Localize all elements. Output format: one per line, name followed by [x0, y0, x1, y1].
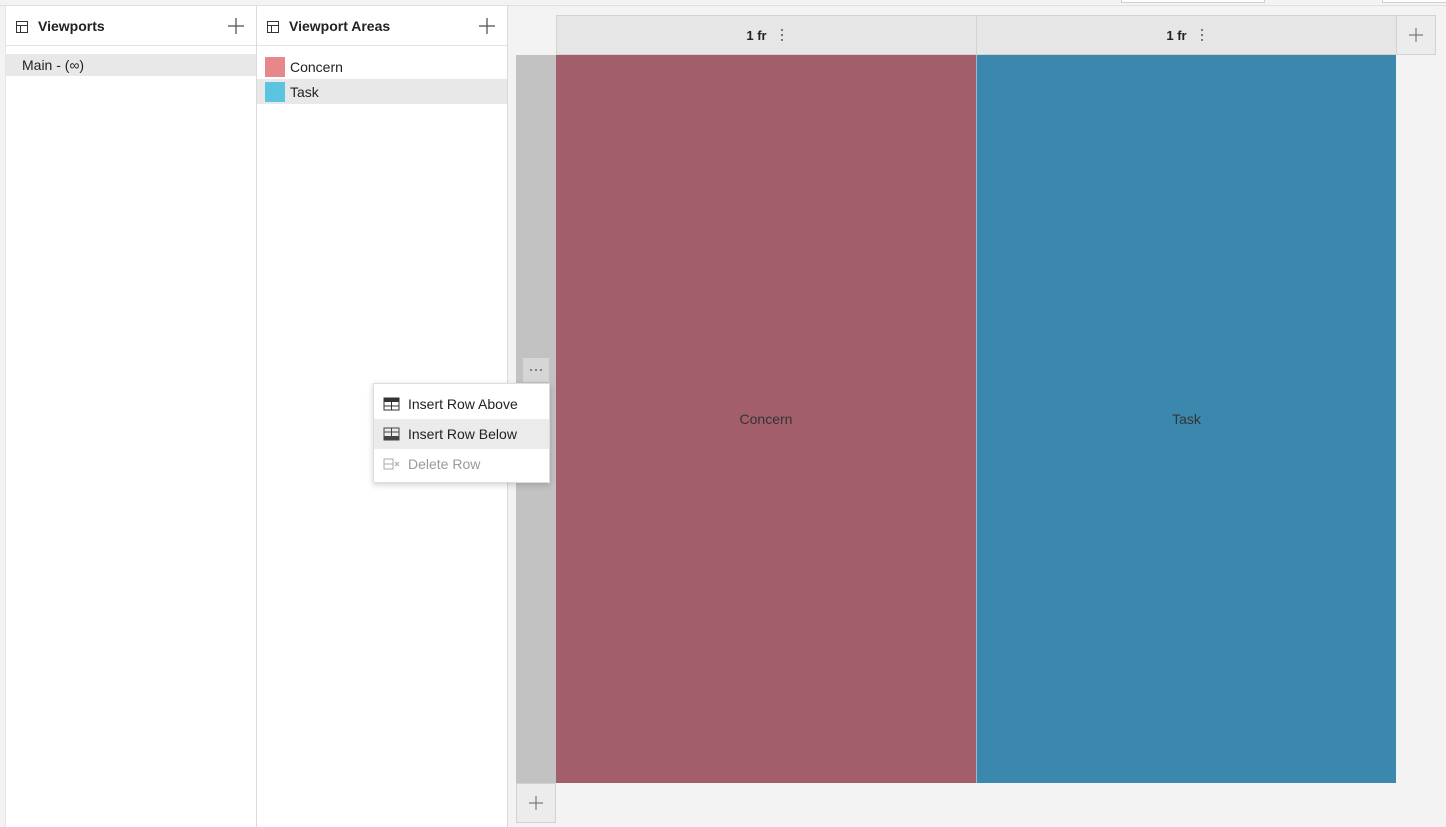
insert-row-above-icon — [383, 397, 400, 411]
area-list: Concern Task — [257, 54, 507, 104]
kebab-vertical-icon[interactable] — [1197, 27, 1207, 43]
delete-row-item: Delete Row — [374, 449, 549, 479]
viewport-item-label: Main - (∞) — [22, 57, 85, 73]
plus-icon — [529, 796, 543, 810]
area-item-task[interactable]: Task — [257, 79, 507, 104]
column-header[interactable]: 1 fr — [556, 15, 977, 55]
kebab-vertical-icon[interactable] — [777, 27, 787, 43]
delete-row-icon — [383, 457, 400, 471]
menu-item-label: Insert Row Above — [408, 396, 518, 412]
grid-icon — [267, 20, 279, 33]
add-area-button[interactable] — [477, 16, 497, 36]
plus-icon — [1409, 28, 1423, 42]
area-item-label: Task — [290, 83, 319, 100]
viewport-item-main[interactable]: Main - (∞) — [6, 54, 256, 76]
column-size-label: 1 fr — [746, 27, 767, 43]
insert-row-above-item[interactable]: Insert Row Above — [374, 389, 549, 419]
viewport-areas-title: Viewport Areas — [289, 17, 391, 34]
viewports-panel: Viewports Main - (∞) — [6, 6, 257, 827]
grid-icon — [16, 20, 28, 33]
viewports-header: Viewports — [6, 6, 256, 46]
add-column-button[interactable] — [1396, 15, 1436, 55]
add-row-button[interactable] — [516, 783, 556, 823]
insert-row-below-icon — [383, 427, 400, 441]
menu-item-label: Insert Row Below — [408, 426, 517, 442]
column-size-label: 1 fr — [1166, 27, 1187, 43]
area-item-concern[interactable]: Concern — [257, 54, 507, 79]
grid-cell-task[interactable]: Task — [976, 55, 1396, 783]
insert-row-below-item[interactable]: Insert Row Below — [374, 419, 549, 449]
grid-cell-concern[interactable]: Concern — [556, 55, 976, 783]
grid-canvas: 1 fr 1 fr Concern Task — [508, 6, 1446, 827]
add-viewport-button[interactable] — [226, 16, 246, 36]
viewport-areas-header: Viewport Areas — [257, 6, 507, 46]
area-item-label: Concern — [290, 58, 343, 75]
cell-label: Concern — [739, 411, 793, 427]
column-header[interactable]: 1 fr — [976, 15, 1397, 55]
color-swatch — [265, 56, 285, 77]
viewports-title: Viewports — [38, 17, 105, 34]
kebab-horizontal-icon[interactable] — [523, 358, 549, 382]
color-swatch — [265, 81, 285, 102]
row-context-menu: Insert Row Above Insert Row Below Delete… — [373, 383, 550, 483]
cell-label: Task — [1172, 411, 1201, 427]
top-control-2[interactable] — [1382, 0, 1446, 3]
top-control-1[interactable] — [1121, 0, 1265, 3]
menu-item-label: Delete Row — [408, 456, 481, 472]
